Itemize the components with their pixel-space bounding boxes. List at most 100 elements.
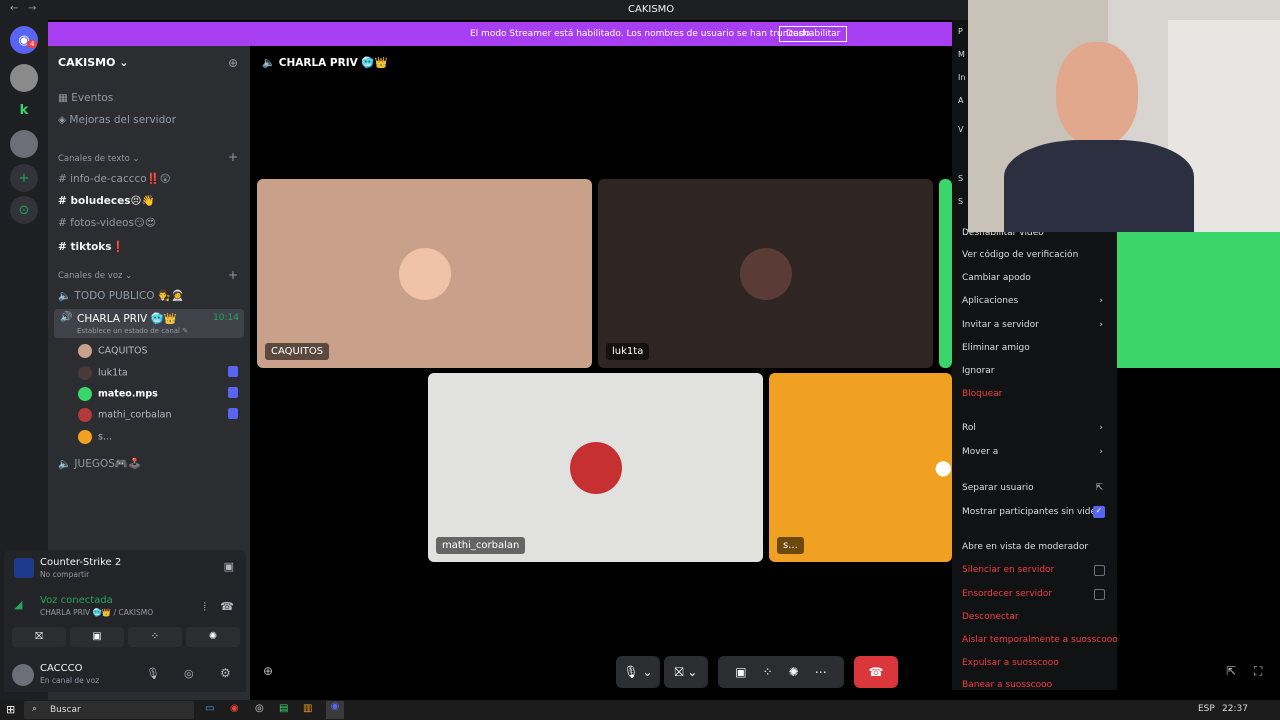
text-channels-category[interactable]: Canales de texto ⌄ — [58, 154, 140, 164]
forward-arrow-icon[interactable]: → — [28, 3, 36, 14]
menu-kick[interactable]: Expulsar a suosscooo — [962, 658, 1059, 668]
invite-icon[interactable]: ⊕ — [228, 56, 238, 70]
menu-role[interactable]: Rol › — [962, 423, 1107, 433]
search-placeholder: Buscar — [50, 705, 81, 715]
speaker-icon: 🔈 — [262, 57, 279, 69]
soundboard-button[interactable]: ✺ — [186, 627, 240, 647]
app-icon[interactable]: ▤ — [279, 703, 288, 714]
menu-verification-code[interactable]: Ver código de verificación — [962, 250, 1078, 260]
voice-connected-sub[interactable]: CHARLA PRIV 🥶👑 / CAKISMO — [40, 608, 153, 617]
menu-move-to[interactable]: Mover a › — [962, 447, 1107, 457]
channel-tiktoks[interactable]: # tiktoks❗ — [58, 240, 125, 253]
fullscreen-icon[interactable]: ⛶ — [1254, 664, 1262, 679]
more-icon[interactable]: ⋯ — [815, 665, 827, 679]
search-icon: ⌕ — [32, 704, 38, 714]
screen-share-button[interactable]: ▣ — [70, 627, 124, 647]
app-icon[interactable]: ▥ — [303, 703, 312, 714]
noise-suppression-icon[interactable]: ⦙ — [204, 600, 206, 614]
channel-status-prompt[interactable]: Establece un estado de canal ✎ — [77, 327, 188, 335]
menu-moderator-view[interactable]: Abre en vista de moderador — [962, 542, 1088, 552]
video-tile-s[interactable]: ● s... — [769, 373, 952, 562]
video-toggle-button[interactable]: ⛝ — [12, 627, 66, 647]
add-voice-channel-icon[interactable]: + — [228, 268, 238, 282]
menu-show-non-video[interactable]: Mostrar participantes sin video ✓ — [962, 506, 1107, 518]
events-link[interactable]: ▦ Eventos — [58, 92, 113, 104]
menu-timeout[interactable]: Aislar temporalmente a suosscooo — [962, 635, 1118, 645]
video-tile-caquitos[interactable]: CAQUITOS — [257, 179, 592, 368]
avatar — [739, 247, 792, 300]
voice-channel-charla-priv[interactable]: 🔊 CHARLA PRIV 🥶👑 10:14 Establece un esta… — [54, 309, 244, 338]
disconnect-icon[interactable]: ☎ — [220, 600, 234, 613]
voice-member-mathi[interactable]: mathi_corbalan — [78, 408, 172, 422]
language-indicator[interactable]: ESP — [1198, 704, 1215, 714]
voice-channel-juegos[interactable]: 🔈 JUEGOS🎮🕹️ — [58, 457, 141, 470]
avatar — [78, 366, 92, 380]
chevron-right-icon: › — [1099, 423, 1103, 433]
menu-server-mute[interactable]: Silenciar en servidor — [962, 565, 1107, 576]
menu-change-nickname[interactable]: Cambiar apodo — [962, 273, 1031, 283]
menu-apps[interactable]: Aplicaciones › — [962, 296, 1107, 306]
discord-taskbar-icon[interactable]: ◉ — [326, 701, 344, 719]
leave-call-button[interactable]: ☎ — [854, 656, 898, 688]
channel-fotos[interactable]: # fotos-videos😏😍 — [58, 217, 156, 229]
soundboard-icon[interactable]: ✺ — [789, 665, 799, 679]
channel-boludeces[interactable]: # boludeces😣👋 — [58, 194, 155, 207]
person-face — [1056, 42, 1138, 146]
settings-gear-icon[interactable]: ⚙ — [220, 666, 231, 680]
server-name[interactable]: CAKISMO ⌄ — [58, 56, 128, 69]
invite-to-voice-icon[interactable]: ⊕ — [263, 664, 273, 678]
server-icon-k[interactable]: k — [10, 96, 38, 124]
mute-button[interactable]: 🎙 ⌄ — [616, 656, 660, 688]
popout-icon[interactable]: ⇱ — [1226, 664, 1236, 678]
video-tile-luk1ta[interactable]: luk1ta — [598, 179, 933, 368]
steam-icon[interactable]: ◎ — [255, 703, 264, 714]
camera-button[interactable]: ⛝ ⌄ — [664, 656, 708, 688]
avatar[interactable] — [12, 664, 34, 686]
streaming-icon — [228, 408, 238, 419]
boosts-link[interactable]: ◈ Mejoras del servidor — [58, 114, 176, 126]
voice-member-s[interactable]: s... — [78, 430, 112, 444]
channel-info[interactable]: # info-de-caccco‼️😲 — [58, 172, 171, 185]
taskbar-app-icon[interactable]: ▭ — [205, 703, 214, 714]
server-icon-cakismo[interactable] — [10, 64, 38, 92]
headphones-icon[interactable]: ◎ — [184, 667, 194, 680]
voice-member-caquitos[interactable]: CAQUITOS — [78, 344, 148, 358]
activities-button[interactable]: ⁘ — [128, 627, 182, 647]
cs2-icon — [14, 558, 34, 578]
menu-invite-to-server[interactable]: Invitar a servidor › — [962, 320, 1107, 330]
stream-game-icon[interactable]: ▣ — [224, 560, 234, 573]
server-icon-pb[interactable] — [10, 130, 38, 158]
menu-ignore[interactable]: Ignorar — [962, 366, 995, 376]
taskbar-search[interactable]: ⌕ Buscar — [24, 701, 194, 719]
menu-block[interactable]: Bloquear — [962, 389, 1002, 399]
menu-server-deafen[interactable]: Ensordecer servidor — [962, 589, 1107, 600]
disable-streamer-button[interactable]: Deshabilitar — [779, 26, 848, 42]
video-tile-mateo-overflow[interactable] — [1117, 232, 1280, 368]
avatar — [78, 408, 92, 422]
windows-start-icon[interactable]: ⊞ — [6, 703, 15, 716]
voice-member-mateo[interactable]: mateo.mps — [78, 387, 158, 401]
clock[interactable]: 22:37 — [1222, 704, 1248, 714]
add-text-channel-icon[interactable]: + — [228, 150, 238, 164]
video-tile-mathi[interactable]: mathi_corbalan — [428, 373, 763, 562]
voice-member-luk1ta[interactable]: luk1ta — [78, 366, 128, 380]
add-server-icon[interactable]: + — [10, 164, 38, 192]
chevron-right-icon: › — [1099, 320, 1103, 330]
voice-channel-todo-publico[interactable]: 🔈 TODO PUBLICO 👨‍⚖️🧑‍🚀 — [58, 289, 184, 302]
menu-disconnect[interactable]: Desconectar — [962, 612, 1019, 622]
microphone-icon[interactable]: 🎙 — [146, 667, 160, 680]
chrome-icon[interactable]: ◉ — [230, 703, 239, 714]
speaker-icon: 🔈 — [58, 458, 75, 470]
back-arrow-icon[interactable]: ← — [10, 3, 18, 14]
user-status: En canal de voz — [40, 676, 100, 685]
menu-popout-user[interactable]: Separar usuario ⇱ — [962, 483, 1107, 493]
checkbox — [1094, 589, 1105, 600]
hash-icon: # — [58, 173, 71, 185]
menu-remove-friend[interactable]: Eliminar amigo — [962, 343, 1030, 353]
menu-ban[interactable]: Banear a suosscooo — [962, 680, 1052, 690]
activities-icon[interactable]: ⁘ — [763, 665, 773, 679]
voice-channels-category[interactable]: Canales de voz ⌄ — [58, 271, 132, 281]
explore-icon[interactable]: ⊙ — [10, 196, 38, 224]
screen-share-icon[interactable]: ▣ — [735, 665, 746, 679]
video-tile-mateo[interactable] — [939, 179, 952, 368]
